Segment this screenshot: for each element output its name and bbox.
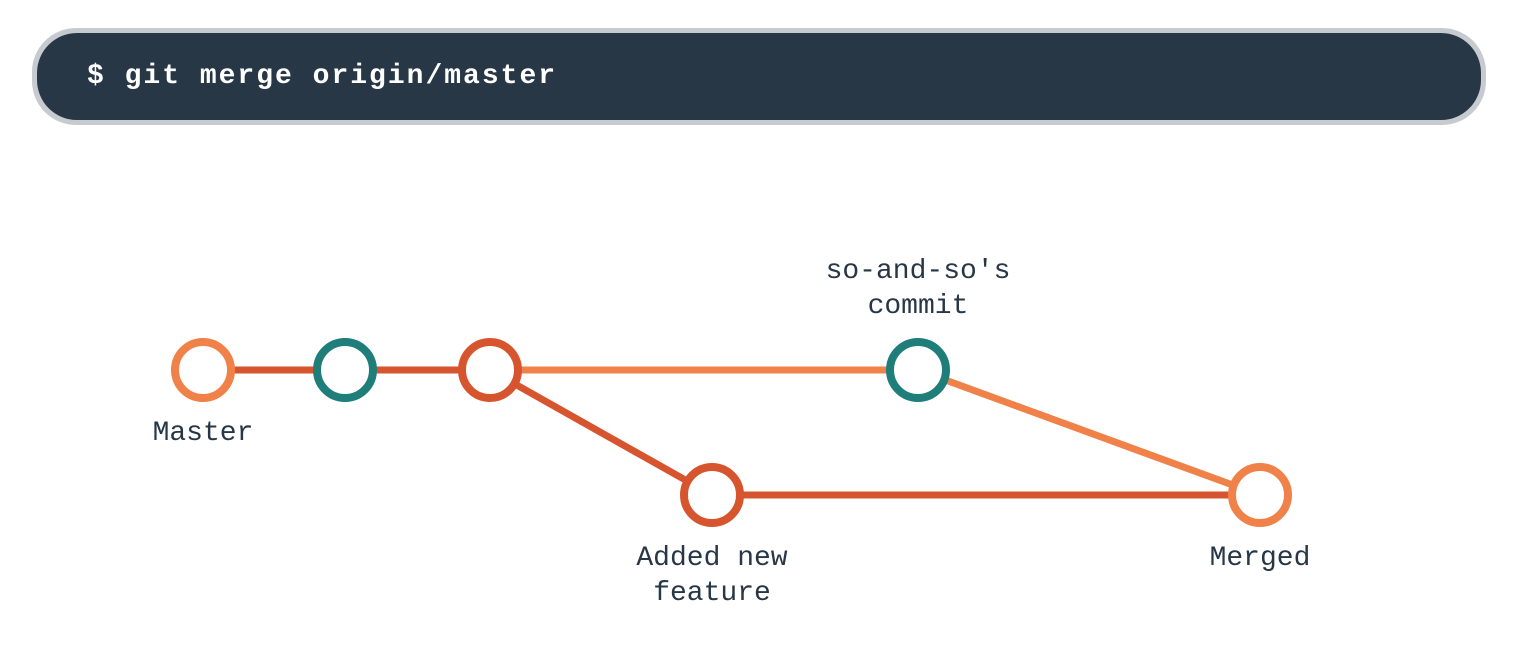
terminal-prompt: $ — [87, 61, 125, 92]
edge — [944, 380, 1233, 486]
git-merge-diagram: Master Added new feature so-and-so's com… — [0, 190, 1518, 660]
commit-node — [1232, 467, 1288, 523]
commit-node — [684, 467, 740, 523]
label-so-and-so-commit: so-and-so's commit — [825, 254, 1012, 324]
terminal-command: git merge origin/master — [125, 61, 557, 92]
commit-node — [462, 342, 518, 398]
terminal: $ git merge origin/master — [37, 33, 1481, 120]
commit-node — [890, 342, 946, 398]
label-merged: Merged — [1209, 541, 1311, 576]
label-master: Master — [152, 416, 254, 451]
commit-node — [317, 342, 373, 398]
label-added-new-feature: Added new feature — [636, 541, 789, 611]
terminal-container: $ git merge origin/master — [32, 28, 1486, 125]
edge — [514, 384, 687, 482]
page: $ git merge origin/master Master Added n… — [0, 0, 1518, 666]
commit-node — [175, 342, 231, 398]
